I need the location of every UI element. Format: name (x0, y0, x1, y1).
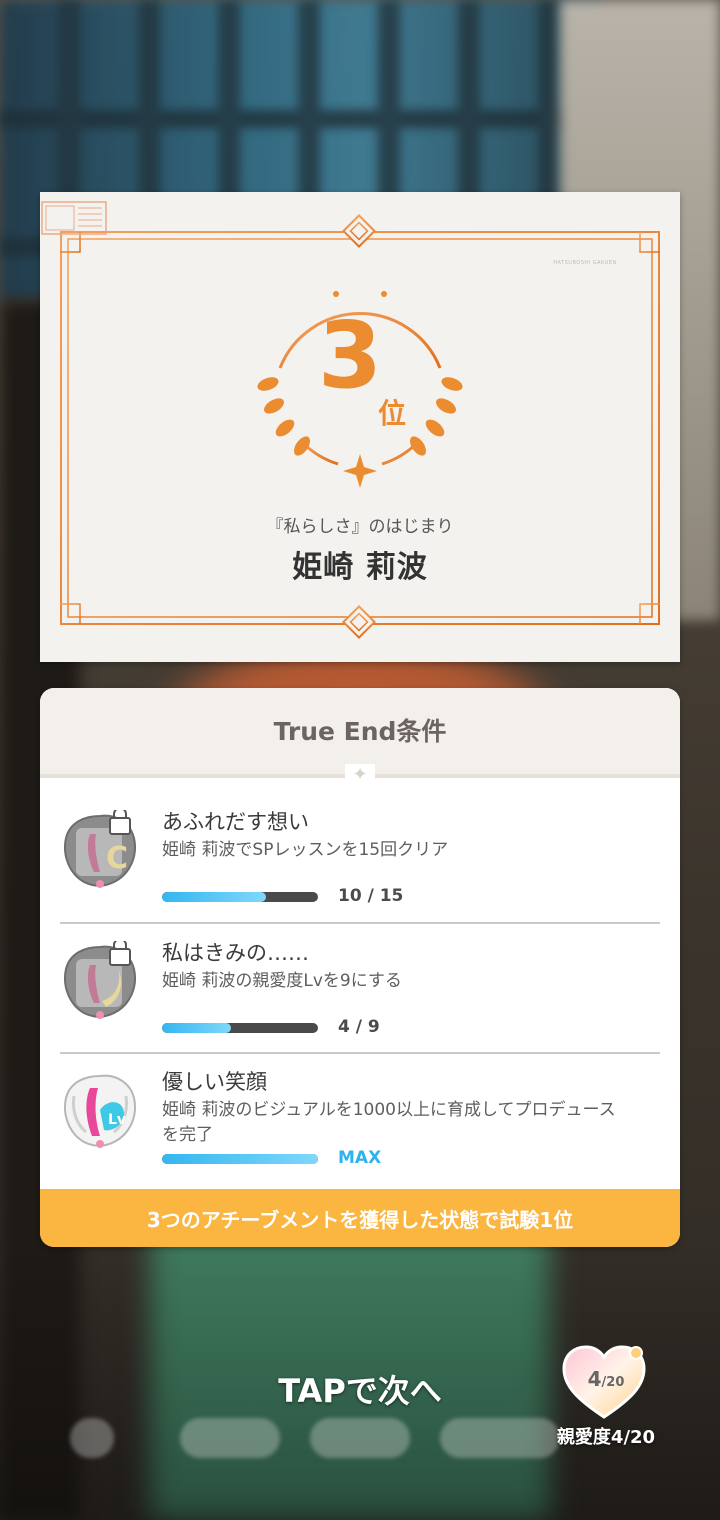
panel-header: True End条件 ✦ (40, 688, 680, 786)
rank-number: 3 (317, 302, 382, 409)
school-logo-icon (41, 201, 107, 235)
achievement-description: 姫崎 莉波のビジュアルを1000以上に育成してプロデュースを完了 (162, 1100, 616, 1145)
rank-suffix: 位 (378, 397, 407, 430)
achievement-description: 姫崎 莉波でSPレッスンを15回クリア (162, 840, 449, 860)
achievement-title: 私はきみの…… (162, 941, 309, 965)
progress-text: MAX (338, 1148, 382, 1168)
svg-text:Lv: Lv (108, 1112, 126, 1128)
unlocked-badge-icon: Lv (64, 1074, 136, 1148)
sparkle-divider-icon: ✦ (345, 764, 375, 786)
panel-title: True End条件 (273, 717, 447, 746)
affection-indicator[interactable]: 4/20 親愛度4/20 (556, 1345, 656, 1455)
svg-text:C: C (106, 841, 128, 876)
affection-value: 4/20 (587, 1367, 625, 1391)
progress-bar (162, 1154, 318, 1164)
achievement-title: あふれだす想い (162, 810, 309, 834)
locked-badge-icon (64, 941, 136, 1019)
certificate-subtitle: 『私らしさ』のはじまり (266, 517, 454, 537)
achievement-item[interactable]: 私はきみの…… 姫崎 莉波の親愛度Lvを9にする 4 / 9 (60, 925, 660, 1053)
achievement-item[interactable]: C あふれだす想い 姫崎 莉波でSPレッスンを15回クリア 10 / 15 (60, 794, 660, 922)
progress-text: 4 / 9 (338, 1017, 380, 1037)
achievement-title: 優しい笑顔 (162, 1070, 267, 1094)
school-logo-text: HATSUBOSHI GAKUEN (553, 260, 617, 266)
affection-label: 親愛度4/20 (556, 1427, 656, 1448)
divider (60, 922, 660, 924)
progress-text: 10 / 15 (338, 886, 404, 906)
condition-summary-bar: 3つのアチーブメントを獲得した状態で試験1位 (40, 1189, 680, 1247)
locked-badge-icon: C (64, 810, 136, 888)
progress-bar (162, 892, 318, 902)
progress-fill (162, 892, 267, 902)
idol-name: 姫崎 莉波 (292, 550, 428, 585)
progress-bar (162, 1023, 318, 1033)
true-end-conditions-panel: True End条件 ✦ C あふれだす想い 姫崎 莉波でSPレッスンを15回ク… (40, 688, 680, 1247)
progress-fill (162, 1023, 232, 1033)
condition-summary-text: 3つのアチーブメントを獲得した状態で試験1位 (146, 1208, 574, 1232)
progress-fill (162, 1154, 318, 1164)
achievement-item[interactable]: Lv 優しい笑顔 姫崎 莉波のビジュアルを1000以上に育成してプロデュースを完… (60, 1054, 660, 1182)
rank-certificate: 3 位 HATSUBOSHI GAKUEN 『私らしさ』のはじまり 姫崎 莉波 (40, 192, 680, 662)
achievement-description: 姫崎 莉波の親愛度Lvを9にする (162, 971, 402, 991)
